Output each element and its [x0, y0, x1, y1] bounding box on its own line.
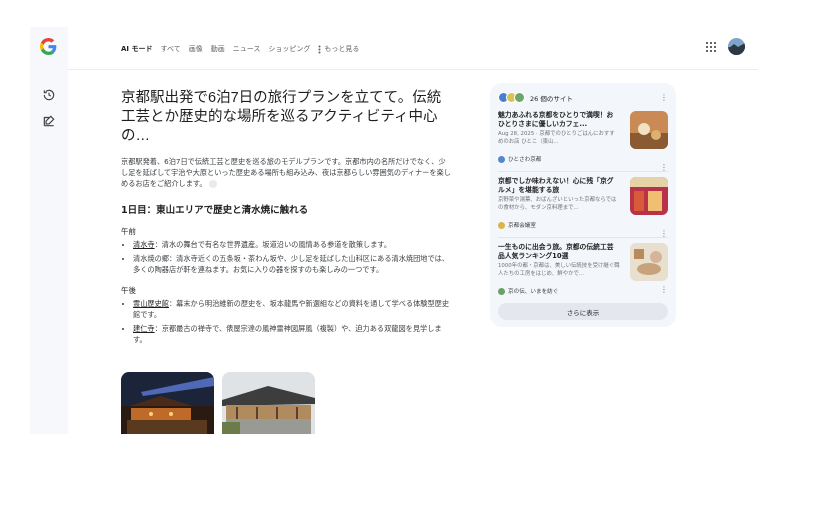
- list-item: 清水焼の郷：清水寺近くの五条坂・茶わん坂や、少し足を延ばした山科区にある清水焼団…: [133, 253, 451, 275]
- tab-shopping[interactable]: ショッピング: [268, 44, 310, 54]
- more-vert-icon: [318, 45, 321, 53]
- tab-more-label: もっと見る: [324, 45, 360, 53]
- source-name: 京の伝、いまを紡ぐ: [508, 289, 559, 295]
- top-nav-bar: AI モード すべて 画像 動画 ニュース ショッピング もっと見る: [68, 27, 758, 70]
- new-chat-icon[interactable]: [42, 114, 56, 128]
- apps-grid-icon[interactable]: [706, 42, 716, 52]
- answer-intro: 京都駅発着、6泊7日で伝統工芸と歴史を巡る旅のモデルプランです。京都市内の名所だ…: [121, 156, 451, 189]
- place-link[interactable]: 霊山歴史館: [133, 299, 169, 308]
- kiyomizu-night-image[interactable]: [121, 372, 214, 434]
- search-tabs: AI モード すべて 画像 動画 ニュース ショッピング もっと見る: [121, 44, 359, 54]
- tab-videos[interactable]: 動画: [211, 44, 225, 54]
- list-item: 建仁寺：京都最古の禅寺で、俵屋宗達の風神雷神図屏風（複製）や、迫力ある双龍図を見…: [133, 323, 451, 345]
- source-favicon: [498, 155, 505, 163]
- divider: [498, 171, 668, 172]
- source-card[interactable]: 魅力あふれる京都をひとりで満喫！おひとりさまに優しいカフェ... Aug 28,…: [498, 111, 668, 167]
- card-title: 一生ものに出会う旅。京都の伝統工芸品人気ランキング10選: [498, 243, 614, 260]
- sources-panel: 26 個のサイト ⋮ 魅力あふれる京都をひとりで満喫！おひとりさまに優しいカフェ…: [490, 83, 676, 327]
- food-market-image: [630, 177, 668, 215]
- place-desc: ：清水の舞台で有名な世界遺産。坂道沿いの風情ある参道を散策します。: [154, 240, 392, 249]
- place-desc: ：京都最古の禅寺で、俵屋宗達の風神雷神図屏風（複製）や、迫力ある双龍図を見学しま…: [133, 324, 442, 344]
- afternoon-label: 午後: [121, 286, 136, 295]
- favicon: [514, 92, 525, 103]
- query-headline: 京都駅出発で6泊7日の旅行プランを立てて。伝統工芸とか歴史的な場所を巡るアクティ…: [121, 90, 442, 144]
- source-card[interactable]: 京都でしか味わえない！心に残「京グルメ」を堪能する旅 京野菜や湯葉、おばんざいと…: [498, 177, 668, 233]
- afternoon-list: 霊山歴史館：幕末から明治維新の歴史を、坂本龍馬や新選組などの資料を通して学べる体…: [121, 298, 451, 345]
- sources-header[interactable]: 26 個のサイト: [498, 92, 573, 103]
- tab-images[interactable]: 画像: [189, 44, 203, 54]
- card-source: ひとさわ京都: [498, 155, 541, 163]
- link-icon[interactable]: [208, 180, 217, 188]
- place-name: 清水焼の郷: [133, 254, 169, 263]
- source-name: ひとさわ京都: [508, 157, 542, 163]
- card-snippet: 1000年の都・京都は、美しい伝統技を受け継ぐ職人たちの工房をはじめ、鮮やかで.…: [498, 263, 620, 277]
- account-avatar[interactable]: [728, 38, 745, 55]
- place-link[interactable]: 清水寺: [133, 240, 155, 249]
- browser-page: AI モード すべて 画像 動画 ニュース ショッピング もっと見る 京都駅出発…: [30, 27, 758, 434]
- tab-ai-mode[interactable]: AI モード: [121, 44, 152, 54]
- ai-answer: 京都駅出発で6泊7日の旅行プランを立てて。伝統工芸とか歴史的な場所を巡るアクティ…: [121, 89, 451, 348]
- more-vert-icon[interactable]: ⋮: [660, 93, 668, 102]
- place-desc: ：幕末から明治維新の歴史を、坂本龍馬や新選組などの資料を通して学べる体験型歴史館…: [133, 299, 450, 319]
- left-sidebar: [30, 27, 68, 434]
- tab-news[interactable]: ニュース: [233, 44, 261, 54]
- day1-heading: 1日目：東山エリアで歴史と清水焼に触れる: [121, 205, 309, 216]
- kenninji-temple-image[interactable]: [222, 372, 315, 434]
- card-title: 京都でしか味わえない！心に残「京グルメ」を堪能する旅: [498, 177, 614, 194]
- google-logo[interactable]: [40, 38, 57, 55]
- place-link[interactable]: 建仁寺: [133, 324, 155, 333]
- divider: [498, 237, 668, 238]
- card-source: 京都会議室: [498, 221, 536, 229]
- card-source: 京の伝、いまを紡ぐ: [498, 287, 558, 295]
- source-favicon: [498, 221, 505, 229]
- answer-intro-text: 京都駅発着、6泊7日で伝統工芸と歴史を巡る旅のモデルプランです。京都市内の名所だ…: [121, 157, 451, 188]
- card-title: 魅力あふれる京都をひとりで満喫！おひとりさまに優しいカフェ...: [498, 111, 614, 128]
- card-snippet: 京野菜や湯葉、おばんざいといった京都ならではの食材から、モダン京料理まで...: [498, 197, 617, 211]
- list-item: 霊山歴史館：幕末から明治維新の歴史を、坂本龍馬や新選組などの資料を通して学べる体…: [133, 298, 451, 320]
- cafe-image: [630, 111, 668, 149]
- image-strip: [121, 372, 315, 434]
- tab-all[interactable]: すべて: [160, 44, 180, 54]
- source-card[interactable]: 一生ものに出会う旅。京都の伝統工芸品人気ランキング10選 1000年の都・京都は…: [498, 243, 668, 299]
- morning-label: 午前: [121, 227, 136, 236]
- tab-more[interactable]: もっと見る: [318, 44, 359, 54]
- source-name: 京都会議室: [508, 223, 536, 229]
- show-more-button[interactable]: さらに表示: [498, 303, 668, 320]
- place-desc: ：清水寺近くの五条坂・茶わん坂や、少し足を延ばした山科区にある清水焼団地では、多…: [133, 254, 450, 274]
- craft-workshop-image: [630, 243, 668, 281]
- source-favicon: [498, 287, 505, 295]
- history-icon[interactable]: [42, 88, 56, 102]
- list-item: 清水寺：清水の舞台で有名な世界遺産。坂道沿いの風情ある参道を散策します。: [133, 239, 451, 250]
- more-vert-icon[interactable]: ⋮: [660, 285, 668, 294]
- morning-list: 清水寺：清水の舞台で有名な世界遺産。坂道沿いの風情ある参道を散策します。 清水焼…: [121, 239, 451, 275]
- source-favicons: [498, 92, 525, 103]
- sources-count: 26 個のサイト: [530, 94, 573, 103]
- card-snippet: Aug 28, 2025 · 京都でのひとりごはんにおすすめのお店 ひとこ（東山…: [498, 131, 615, 145]
